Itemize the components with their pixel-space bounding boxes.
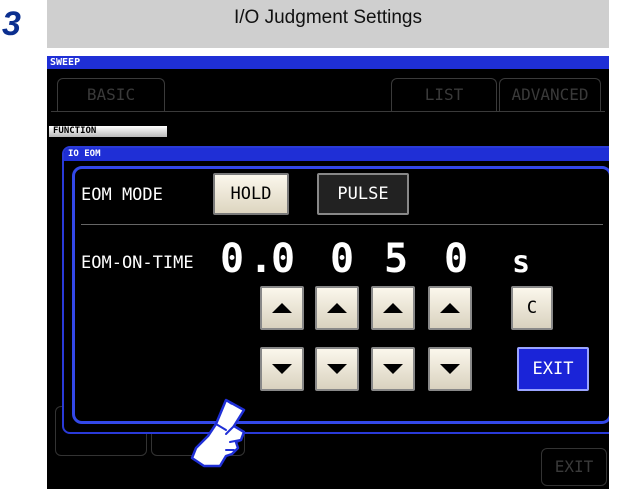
caption-title: I/O Judgment Settings bbox=[234, 7, 422, 28]
down-arrow-icon bbox=[272, 364, 292, 374]
digit-4-down-button[interactable] bbox=[428, 347, 472, 391]
digit-1-up-button[interactable] bbox=[260, 286, 304, 330]
up-arrow-icon bbox=[327, 303, 347, 313]
down-arrow-icon bbox=[383, 364, 403, 374]
digit-3-up-button[interactable] bbox=[371, 286, 415, 330]
tab-underline bbox=[51, 111, 605, 112]
up-arrow-icon bbox=[272, 303, 292, 313]
down-arrow-icon bbox=[327, 364, 347, 374]
digit-4-up-button[interactable] bbox=[428, 286, 472, 330]
screen-title: SWEEP bbox=[50, 57, 81, 68]
device-screen: SWEEP BASIC LIST ADVANCED FUNCTION PANEL… bbox=[47, 56, 609, 489]
row-separator bbox=[81, 224, 603, 225]
screen-exit-button[interactable]: EXIT bbox=[541, 448, 607, 486]
caption-bar: I/O Judgment Settings bbox=[47, 0, 609, 48]
unit-label: s bbox=[512, 245, 531, 280]
digit-1-down-button[interactable] bbox=[260, 347, 304, 391]
screen-titlebar: SWEEP bbox=[47, 56, 609, 69]
digit-0: 0 bbox=[220, 236, 245, 282]
hold-button[interactable]: HOLD bbox=[213, 173, 289, 215]
dialog-title: IO EOM bbox=[68, 149, 101, 159]
io-eom-dialog: IO EOM EOM MODE HOLD PULSE EOM-ON-TIME 0… bbox=[62, 146, 609, 434]
digit-3: 5 bbox=[384, 236, 409, 282]
tab-basic[interactable]: BASIC bbox=[57, 78, 165, 111]
down-arrow-icon bbox=[440, 364, 460, 374]
digit-4: 0 bbox=[444, 236, 469, 282]
decimal-point: . bbox=[249, 236, 274, 282]
dialog-header: IO EOM bbox=[64, 148, 609, 161]
up-arrow-icon bbox=[383, 303, 403, 313]
eom-on-time-label: EOM-ON-TIME bbox=[81, 253, 194, 273]
pulse-button[interactable]: PULSE bbox=[317, 173, 409, 215]
function-label: FUNCTION bbox=[49, 126, 167, 137]
digit-2-down-button[interactable] bbox=[315, 347, 359, 391]
digit-2-up-button[interactable] bbox=[315, 286, 359, 330]
step-number: 3 bbox=[2, 5, 21, 43]
function-label-text: FUNCTION bbox=[53, 126, 97, 136]
eom-mode-label: EOM MODE bbox=[81, 185, 163, 205]
digit-2: 0 bbox=[330, 236, 355, 282]
exit-button[interactable]: EXIT bbox=[517, 347, 589, 391]
up-arrow-icon bbox=[440, 303, 460, 313]
digit-1: 0 bbox=[271, 236, 296, 282]
digit-3-down-button[interactable] bbox=[371, 347, 415, 391]
pointing-hand-icon bbox=[190, 398, 246, 468]
tab-advanced[interactable]: ADVANCED bbox=[499, 78, 601, 111]
clear-button[interactable]: C bbox=[511, 286, 553, 330]
eom-settings-panel: EOM MODE HOLD PULSE EOM-ON-TIME 0 . 0 0 … bbox=[72, 166, 609, 424]
tab-list[interactable]: LIST bbox=[391, 78, 497, 111]
